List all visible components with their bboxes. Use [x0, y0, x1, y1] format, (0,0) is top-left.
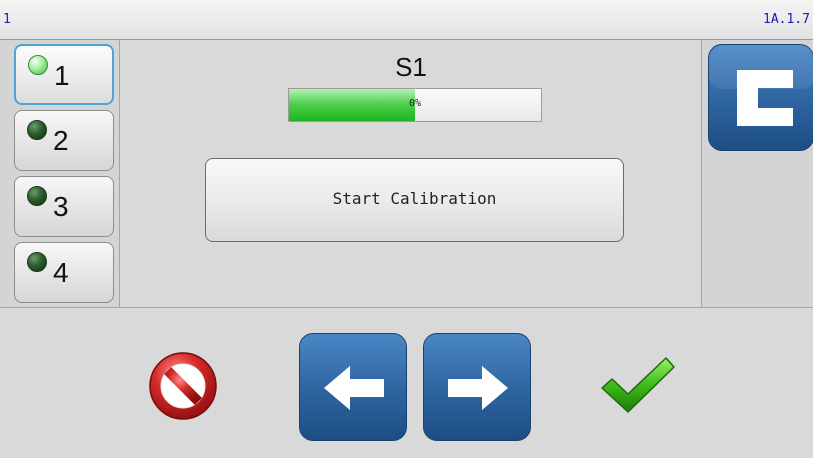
- progress-label: 0%: [408, 98, 422, 109]
- calibration-progress-bar: 0%: [288, 88, 542, 122]
- main-panel: S1 0% Start Calibration: [121, 40, 701, 307]
- channel-button-4[interactable]: 4: [14, 242, 114, 303]
- start-calibration-label: Start Calibration: [332, 189, 497, 208]
- channel-label: 2: [53, 125, 69, 156]
- status-bar: 1 1A.1.7: [0, 0, 813, 40]
- checkmark-icon: [601, 357, 675, 413]
- c-letter-icon: [709, 45, 813, 126]
- arrow-left-icon: [324, 366, 384, 410]
- channel-button-2[interactable]: 2: [14, 110, 114, 171]
- previous-button[interactable]: [299, 333, 407, 441]
- confirm-button[interactable]: [596, 350, 678, 422]
- channel-label: 4: [53, 257, 69, 288]
- channel-button-1[interactable]: 1: [14, 44, 114, 105]
- start-calibration-button[interactable]: Start Calibration: [205, 158, 624, 242]
- led-off-icon: [27, 186, 47, 206]
- next-button[interactable]: [423, 333, 531, 441]
- arrow-right-icon: [448, 366, 508, 410]
- led-off-icon: [27, 252, 47, 272]
- c-button[interactable]: [708, 44, 813, 151]
- sensor-title: S1: [395, 52, 427, 82]
- cancel-button[interactable]: [147, 350, 219, 422]
- led-on-icon: [28, 55, 48, 75]
- action-bar: [0, 307, 813, 458]
- channel-label: 1: [54, 60, 70, 91]
- channel-label: 3: [53, 191, 69, 222]
- right-panel: [701, 40, 813, 307]
- version-label: 1A.1.7: [763, 12, 810, 27]
- status-left-text: 1: [3, 12, 11, 27]
- no-entry-icon: [149, 352, 217, 420]
- led-off-icon: [27, 120, 47, 140]
- channel-selector: 1 2 3 4: [0, 40, 120, 307]
- channel-button-3[interactable]: 3: [14, 176, 114, 237]
